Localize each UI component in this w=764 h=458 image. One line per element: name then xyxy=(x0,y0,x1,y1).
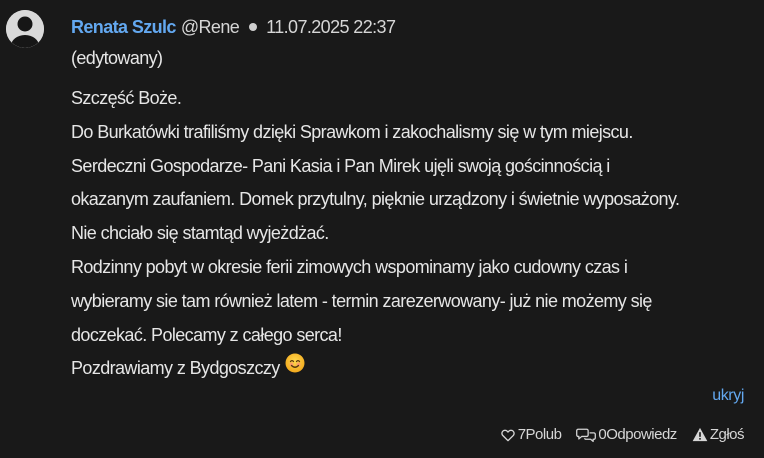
like-count: 7 xyxy=(517,426,526,443)
like-button[interactable]: 7 Polub xyxy=(500,426,562,443)
edited-label: (edytowany) xyxy=(71,48,163,68)
comment-line-text: Pozdrawiamy z Bydgoszczy xyxy=(71,358,280,379)
comment-body: Szczęść Boże. Do Burkatówki trafiliśmy d… xyxy=(71,82,751,386)
author-name[interactable]: Renata Szulc xyxy=(71,17,176,38)
hide-link[interactable]: ukryj xyxy=(712,387,744,405)
reply-label: Odpowiedz xyxy=(606,426,677,443)
comment-line: doczekać. Polecamy z całego serca! xyxy=(71,324,342,345)
comment-line: Szczęść Boże. xyxy=(71,88,182,108)
speech-bubbles-icon xyxy=(576,427,598,443)
comment: Renata Szulc @Rene 11.07.2025 22:37 (edy… xyxy=(0,0,764,458)
comment-line-last: Pozdrawiamy z Bydgoszczy xyxy=(71,352,751,386)
comment-line: Do Burkatówki trafiliśmy dzięki Sprawkom… xyxy=(71,121,633,142)
reply-count: 0 xyxy=(598,426,607,443)
comment-line: wybieramy sie tam również latem - termin… xyxy=(71,290,652,311)
separator-dot xyxy=(249,23,258,31)
comment-line: Nie chciało się stamtąd wyjeżdżać. xyxy=(71,223,329,244)
like-label: Polub xyxy=(525,426,562,443)
smiling-face-emoji-icon xyxy=(285,351,305,385)
comment-line: Serdeczni Gospodarze- Pani Kasia i Pan M… xyxy=(71,155,610,176)
user-avatar-icon[interactable] xyxy=(6,10,44,48)
warning-triangle-icon xyxy=(692,427,710,442)
report-button[interactable]: Zgłoś xyxy=(692,426,745,443)
comment-timestamp: 11.07.2025 22:37 xyxy=(266,16,396,37)
heart-icon xyxy=(500,427,518,443)
comment-line: Rodzinny pobyt w okresie ferii zimowych … xyxy=(71,256,628,277)
comment-line: okazanym zaufaniem. Domek przytulny, pię… xyxy=(71,189,680,210)
comment-actions: 7 Polub 0 Odpowiedz Zgłoś xyxy=(500,426,745,443)
reply-button[interactable]: 0 Odpowiedz xyxy=(576,426,677,443)
report-label: Zgłoś xyxy=(709,426,745,443)
comment-header: Renata Szulc @Rene 11.07.2025 22:37 xyxy=(71,15,396,39)
author-handle: @Rene xyxy=(180,16,240,37)
